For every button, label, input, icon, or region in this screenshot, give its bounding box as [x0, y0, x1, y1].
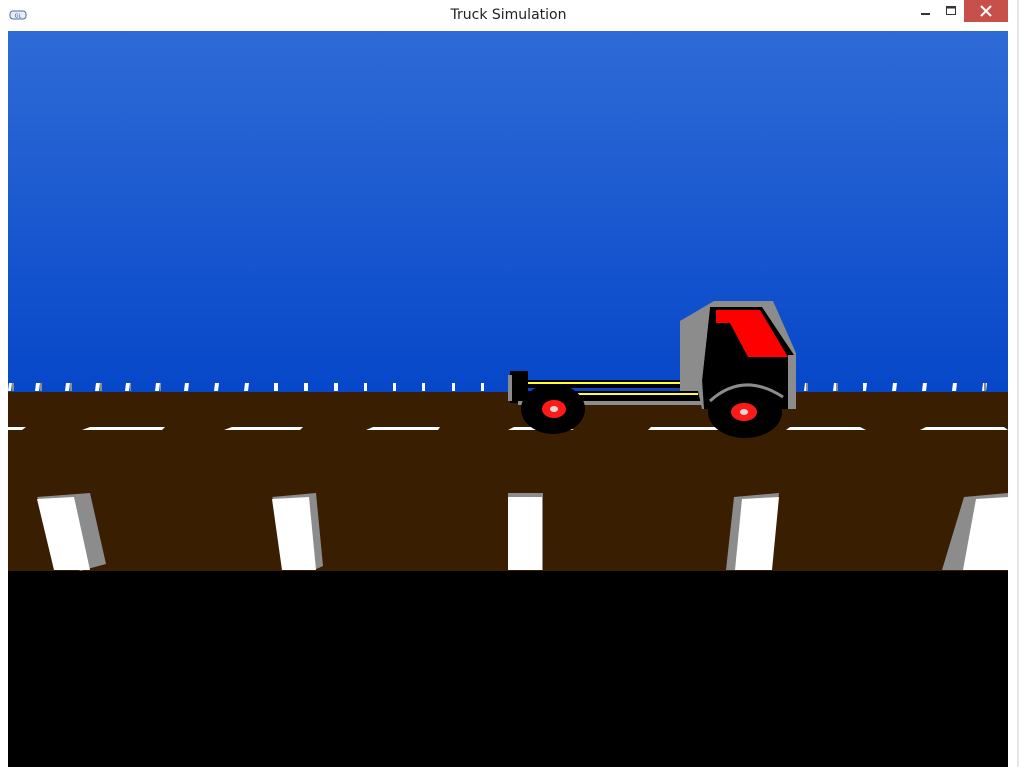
window-title: Truck Simulation: [450, 7, 567, 23]
minimize-button[interactable]: [912, 0, 939, 22]
close-icon: [980, 5, 992, 17]
title-bar[interactable]: GL Truck Simulation: [0, 0, 1017, 31]
window-border: [1009, 31, 1017, 767]
sky: [8, 31, 1008, 393]
maximize-button[interactable]: [938, 0, 965, 22]
close-button[interactable]: [964, 0, 1008, 22]
rear-wheel: [521, 384, 585, 434]
simulation-viewport[interactable]: [8, 31, 1008, 767]
minimize-icon: [920, 13, 930, 15]
ground: [8, 571, 1008, 767]
maximize-icon: [946, 5, 956, 15]
scene-canvas: [8, 31, 1008, 767]
app-window: GL Truck Simulation: [0, 0, 1017, 767]
